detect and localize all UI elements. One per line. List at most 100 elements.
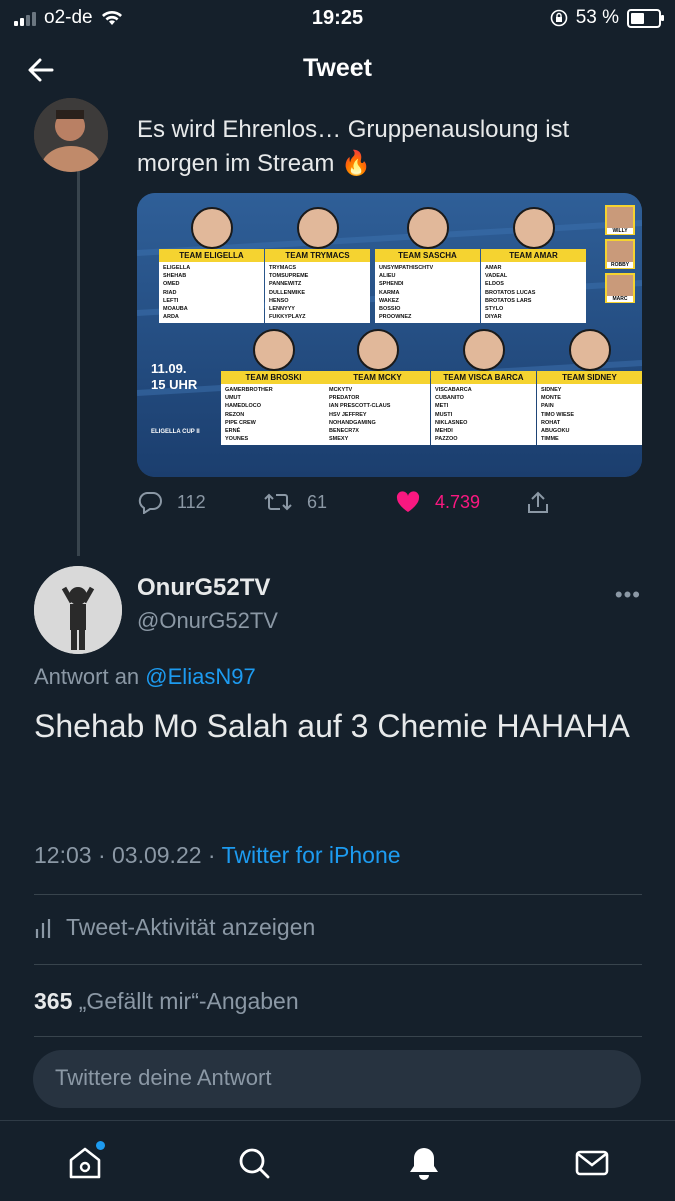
like-action[interactable]: 4.739 [395, 490, 480, 514]
team-player: MUSTI [435, 411, 453, 418]
notification-dot [96, 1141, 105, 1150]
heart-filled-icon [396, 491, 420, 512]
poster-datetime: 11.09. 15 UHR [151, 361, 197, 393]
likes-summary[interactable]: 365 „Gefällt mir“-Angaben [34, 988, 299, 1015]
team-captain-photo [462, 329, 505, 371]
team-player: LENNYYY [269, 306, 295, 313]
team-player-list: ELIGELLA SHEHAB OMED RIAD LEFTI MOAUBA ARDA [159, 262, 264, 324]
team-name: TEAM SASCHA [375, 249, 480, 262]
person-photo-icon [34, 98, 108, 172]
team-player: GAMERBROTHER [225, 387, 273, 393]
search-icon [239, 1148, 270, 1179]
poster-team: TEAM SASCHA UNSYMPATHISCHTV ALIEU SPHENDI KA… [375, 207, 480, 324]
team-player: AMAR [485, 265, 502, 271]
tab-notifications[interactable] [404, 1143, 444, 1183]
retweet-action[interactable]: 61 [263, 490, 327, 514]
reply-action[interactable]: 112 [137, 490, 206, 514]
more-options-icon[interactable]: ••• [615, 582, 641, 608]
team-player: NOHANDGAMING [329, 419, 376, 426]
likes-number: 365 [34, 988, 73, 1014]
team-player: UMUT [225, 395, 241, 402]
share-action[interactable] [525, 490, 551, 516]
retweet-count: 61 [307, 491, 328, 512]
team-player: ROHAT [541, 419, 561, 426]
poster-team: TEAM MCKY MCKYTV PREDATOR IAN PRESCOTT-CLAU… [325, 329, 430, 446]
team-player: ABUGOKU [541, 428, 570, 435]
parent-avatar[interactable] [34, 98, 108, 172]
top-bar: Tweet [0, 40, 675, 98]
team-player: LEFTI [163, 297, 179, 304]
reply-input[interactable] [53, 1064, 617, 1092]
team-player: PAZZOO [435, 436, 458, 443]
tweet-image[interactable]: TEAM ELIGELLA ELIGELLA SHEHAB OMED RIAD LEFTI… [137, 193, 642, 477]
reply-handle[interactable]: @OnurG52TV [137, 608, 278, 634]
reply-text: Shehab Mo Salah auf 3 Chemie HAHAHA [34, 708, 630, 744]
poster-side-faces: WILLY ROBBY MARC [605, 205, 635, 307]
team-player-list: GAMERBROTHER UMUT HAMEDLOCO REZON PIPE CREW E… [221, 384, 326, 446]
tab-search[interactable] [234, 1143, 274, 1183]
team-player: TOMSUPREME [269, 273, 309, 280]
reply-compose-box[interactable] [33, 1050, 641, 1108]
team-player-list: MCKYTV PREDATOR IAN PRESCOTT-CLAUS HSV JEFF… [325, 384, 430, 446]
team-player: MEHDI [435, 428, 453, 435]
reply-avatar[interactable] [34, 566, 122, 654]
team-player-list: VISCABARCA CUBANITO METI MUSTI NIKLASNEO MEHD… [431, 384, 536, 446]
tweet-source[interactable]: Twitter for iPhone [222, 842, 401, 868]
poster-cup: ELIGELLA CUP II [151, 429, 200, 435]
reply-display-name[interactable]: OnurG52TV [137, 574, 270, 602]
team-player: MCKYTV [329, 387, 353, 393]
team-name: TEAM BROSKI [221, 371, 326, 384]
team-captain-photo [406, 207, 449, 249]
team-player: MOAUBA [163, 306, 188, 313]
team-name: TEAM VISCA BARCA [431, 371, 536, 384]
retweet-icon [264, 493, 292, 511]
reply-to-handle[interactable]: @EliasN97 [145, 664, 255, 689]
poster-date: 11.09. [151, 361, 187, 376]
team-player: UNSYMPATHISCHTV [379, 265, 434, 271]
poster-team: TEAM TRYMACS TRYMACS TOMSUPREME PANNEWITZ DU… [265, 207, 370, 324]
tab-home[interactable] [65, 1141, 105, 1183]
tab-messages[interactable] [572, 1143, 612, 1183]
team-player: IAN PRESCOTT-CLAUS [329, 403, 391, 410]
team-name: TEAM TRYMACS [265, 249, 370, 262]
side-host-name: ROBBY [607, 262, 633, 268]
team-player: PANNEWITZ [269, 281, 302, 288]
team-player: ELIGELLA [163, 265, 191, 271]
team-player: HENSO [269, 297, 289, 304]
poster-team: TEAM AMAR AMAR VADEAL ELDOS BROTATOS LUCAS BR… [481, 207, 586, 324]
team-player: ERNÉ [225, 428, 241, 435]
team-player: SPHENDI [379, 281, 404, 288]
divider [34, 894, 642, 895]
team-player: SIDNEY [541, 387, 562, 393]
team-player-list: AMAR VADEAL ELDOS BROTATOS LUCAS BROTATOS LA… [481, 262, 586, 324]
status-right: 53 % [550, 7, 664, 29]
side-host: ROBBY [605, 239, 635, 269]
team-player: TIMO WIESE [541, 411, 574, 418]
team-name: TEAM ELIGELLA [159, 249, 264, 262]
team-player: PROOWNEZ [379, 314, 412, 321]
team-player-list: UNSYMPATHISCHTV ALIEU SPHENDI KARMA WAKEZ BOS… [375, 262, 480, 324]
reply-count: 112 [177, 491, 206, 512]
team-player: DULLENMIKE [269, 289, 306, 296]
tweet-timestamp: 12:03 · 03.09.22 · [34, 842, 222, 868]
team-player: REZON [225, 411, 245, 418]
team-player: CUBANITO [435, 395, 464, 402]
team-player: MONTE [541, 395, 561, 402]
status-bar: o2-de 19:25 53 % [0, 0, 675, 40]
team-player: DIYAR [485, 314, 502, 321]
team-captain-photo [356, 329, 399, 371]
tweet-activity-link[interactable]: Tweet-Aktivität anzeigen [34, 914, 315, 941]
team-captain-photo [568, 329, 611, 371]
battery-percent: 53 % [575, 7, 619, 28]
team-player-list: SIDNEY MONTE PAIN TIMO WIESE ROHAT ABUGOKU TIM… [537, 384, 642, 446]
team-player: HAMEDLOCO [225, 403, 262, 410]
activity-label: Tweet-Aktivität anzeigen [66, 914, 316, 940]
team-player: BENECR7X [329, 428, 359, 435]
side-host: WILLY [605, 205, 635, 235]
person-photo-icon [34, 566, 122, 654]
parent-tweet-text: Es wird Ehrenlos… Gruppenausloung ist mo… [137, 113, 637, 181]
team-player: FUKKYPLAYZ [269, 314, 306, 321]
side-host-name: WILLY [607, 228, 633, 234]
team-name: TEAM SIDNEY [537, 371, 642, 384]
thread-line [77, 168, 80, 556]
